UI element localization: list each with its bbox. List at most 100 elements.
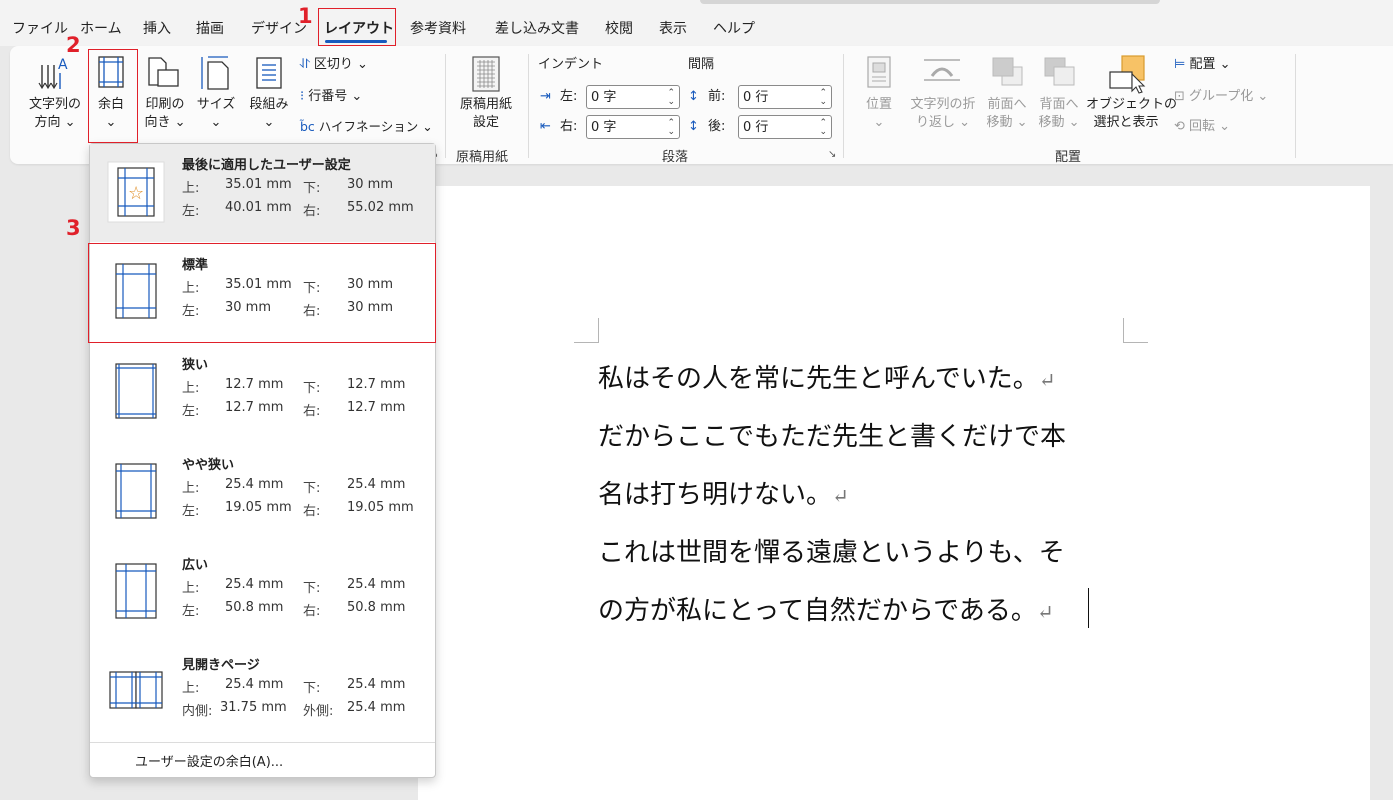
hyphenation-button[interactable]: b̃c ハイフネーション ⌄ — [300, 118, 433, 136]
hyphenation-icon: b̃c — [300, 119, 319, 134]
margin-value-top: 35.01 mm — [225, 177, 292, 192]
separator — [843, 54, 844, 158]
send-backward-label-1: 背面へ — [1039, 97, 1079, 112]
margin-option-last-custom[interactable]: ☆ 最後に適用したユーザー設定 上: 35.01 mm 下: 30 mm 左: … — [90, 144, 435, 242]
margin-option-mirrored[interactable]: 見開きページ 上: 25.4 mm 下: 25.4 mm 内側: 31.75 m… — [90, 644, 435, 742]
tab-draw[interactable]: 描画 — [196, 18, 224, 38]
text-direction-icon: A — [38, 57, 68, 90]
tab-file[interactable]: ファイル — [12, 18, 68, 38]
tab-home[interactable]: ホーム — [80, 18, 122, 38]
position-button[interactable]: 位置 ⌄ — [858, 96, 900, 132]
margin-label-top: 上: — [182, 581, 200, 596]
margin-value-top: 25.4 mm — [225, 577, 284, 592]
paragraph-group-label: 段落 — [662, 150, 689, 165]
size-label: サイズ — [196, 97, 236, 112]
crop-mark-top-left — [574, 318, 599, 343]
margin-value-right: 55.02 mm — [347, 200, 414, 215]
bring-forward-label-2: 移動 ⌄ — [986, 115, 1028, 130]
breaks-button[interactable]: ⥯ 区切り ⌄ — [300, 56, 368, 74]
margin-mirrored-icon — [109, 671, 163, 709]
tab-references[interactable]: 参考資料 — [410, 18, 466, 38]
rotate-button[interactable]: ⟲ 回転 ⌄ — [1174, 118, 1230, 136]
spacing-after-input[interactable]: 0 行 ⌃ ⌄ — [738, 115, 832, 139]
layout-tab-highlight — [318, 8, 396, 46]
line-numbers-button[interactable]: ⁝ 行番号 ⌄ — [300, 88, 362, 106]
margin-label-left: 左: — [182, 204, 200, 219]
spacing-before-value: 0 行 — [743, 90, 769, 105]
spacing-before-input[interactable]: 0 行 ⌃ ⌄ — [738, 85, 832, 109]
indent-right-input[interactable]: 0 字 ⌃ ⌄ — [586, 115, 680, 139]
selection-pane-label-2: 選択と表示 — [1093, 115, 1159, 130]
tab-review[interactable]: 校閲 — [605, 18, 633, 38]
margin-label-left: 左: — [182, 504, 200, 519]
margin-value-bottom: 12.7 mm — [347, 377, 406, 392]
wrap-text-icon — [924, 59, 960, 81]
margin-value-left: 40.01 mm — [225, 200, 292, 215]
margin-label-right: 右: — [303, 404, 321, 419]
bring-forward-button[interactable]: 前面へ 移動 ⌄ — [984, 96, 1030, 132]
columns-label: 段組み — [249, 97, 289, 112]
spacing-after-icon: ↕ — [688, 119, 699, 134]
tab-insert[interactable]: 挿入 — [143, 18, 171, 38]
margin-option-narrow[interactable]: 狭い 上: 12.7 mm 下: 12.7 mm 左: 12.7 mm 右: 1… — [90, 344, 435, 442]
wrap-text-label-2: り返し ⌄ — [915, 115, 971, 130]
step-marker-2: 2 — [66, 33, 81, 57]
text-direction-label-2: 方向 ⌄ — [34, 115, 76, 130]
step-marker-1: 1 — [298, 4, 313, 28]
tab-mailings[interactable]: 差し込み文書 — [495, 18, 579, 38]
document-line[interactable]: だからここでもただ先生と書くだけで本 — [598, 416, 1066, 453]
margins-button-highlight — [88, 49, 138, 143]
selection-pane-button[interactable]: オブジェクトの 選択と表示 — [1086, 96, 1177, 132]
spinner-arrows-icon[interactable]: ⌃ ⌄ — [667, 119, 675, 137]
align-icon: ⊨ — [1174, 57, 1190, 72]
step-marker-3: 3 — [66, 216, 81, 240]
send-backward-button[interactable]: 背面へ 移動 ⌄ — [1036, 96, 1082, 132]
document-page[interactable] — [418, 186, 1370, 800]
spinner-arrows-icon[interactable]: ⌃ ⌄ — [667, 89, 675, 107]
wrap-text-button[interactable]: 文字列の折 り返し ⌄ — [905, 96, 981, 132]
margin-value-bottom: 25.4 mm — [347, 677, 406, 692]
paragraph-launcher-icon[interactable]: ↘ — [828, 146, 836, 164]
margin-label-top: 上: — [182, 681, 200, 696]
margin-label-top: 上: — [182, 181, 200, 196]
margin-option-wide[interactable]: 広い 上: 25.4 mm 下: 25.4 mm 左: 50.8 mm 右: 5… — [90, 544, 435, 642]
svg-text:☆: ☆ — [128, 183, 144, 204]
spinner-arrows-icon[interactable]: ⌃ ⌄ — [819, 119, 827, 137]
breaks-icon: ⥯ — [300, 57, 314, 72]
hyphenation-label: ハイフネーション ⌄ — [318, 119, 433, 134]
margin-label-bottom: 下: — [303, 381, 321, 396]
size-button[interactable]: サイズ ⌄ — [195, 96, 237, 132]
size-chevron-down-icon: ⌄ — [210, 115, 222, 130]
align-button[interactable]: ⊨ 配置 ⌄ — [1174, 56, 1231, 74]
text-direction-button[interactable]: 文字列の 方向 ⌄ — [24, 96, 86, 132]
margin-option-title: 最後に適用したユーザー設定 — [182, 158, 351, 173]
margin-value-right: 50.8 mm — [347, 600, 406, 615]
margin-label-left: 左: — [182, 404, 200, 419]
custom-margins-menu-item[interactable]: ユーザー設定の余白(A)... — [135, 751, 283, 770]
margin-value-bottom: 25.4 mm — [347, 477, 406, 492]
send-backward-icon — [1044, 57, 1075, 86]
orientation-button[interactable]: 印刷の 向き ⌄ — [140, 96, 190, 132]
title-search-edge — [700, 0, 1160, 4]
document-line[interactable]: これは世間を憚る遠慮というよりも、そ — [598, 532, 1065, 569]
margin-value-inside: 31.75 mm — [220, 700, 287, 715]
document-line[interactable]: の方が私にとって自然だからである。↵ — [598, 590, 1054, 627]
document-line[interactable]: 私はその人を常に先生と呼んでいた。↵ — [598, 358, 1055, 395]
margin-value-bottom: 25.4 mm — [347, 577, 406, 592]
spinner-arrows-icon[interactable]: ⌃ ⌄ — [819, 89, 827, 107]
margin-label-outside: 外側: — [303, 704, 334, 719]
line-text: 名は打ち明けない。 — [598, 480, 833, 510]
columns-button[interactable]: 段組み ⌄ — [245, 96, 293, 132]
send-backward-label-2: 移動 ⌄ — [1038, 115, 1080, 130]
indent-left-input[interactable]: 0 字 ⌃ ⌄ — [586, 85, 680, 109]
margin-value-outside: 25.4 mm — [347, 700, 406, 715]
tab-view[interactable]: 表示 — [659, 18, 687, 38]
group-button[interactable]: ⊡ グループ化 ⌄ — [1174, 88, 1268, 106]
tab-help[interactable]: ヘルプ — [713, 18, 755, 38]
manuscript-settings-button[interactable]: 原稿用紙 設定 — [452, 96, 520, 132]
document-line[interactable]: 名は打ち明けない。↵ — [598, 474, 849, 511]
margin-value-bottom: 30 mm — [347, 177, 394, 192]
indent-right-label: 右: — [560, 119, 578, 134]
margin-option-title: やや狭い — [182, 458, 235, 473]
margin-option-moderate[interactable]: やや狭い 上: 25.4 mm 下: 25.4 mm 左: 19.05 mm 右… — [90, 444, 435, 542]
